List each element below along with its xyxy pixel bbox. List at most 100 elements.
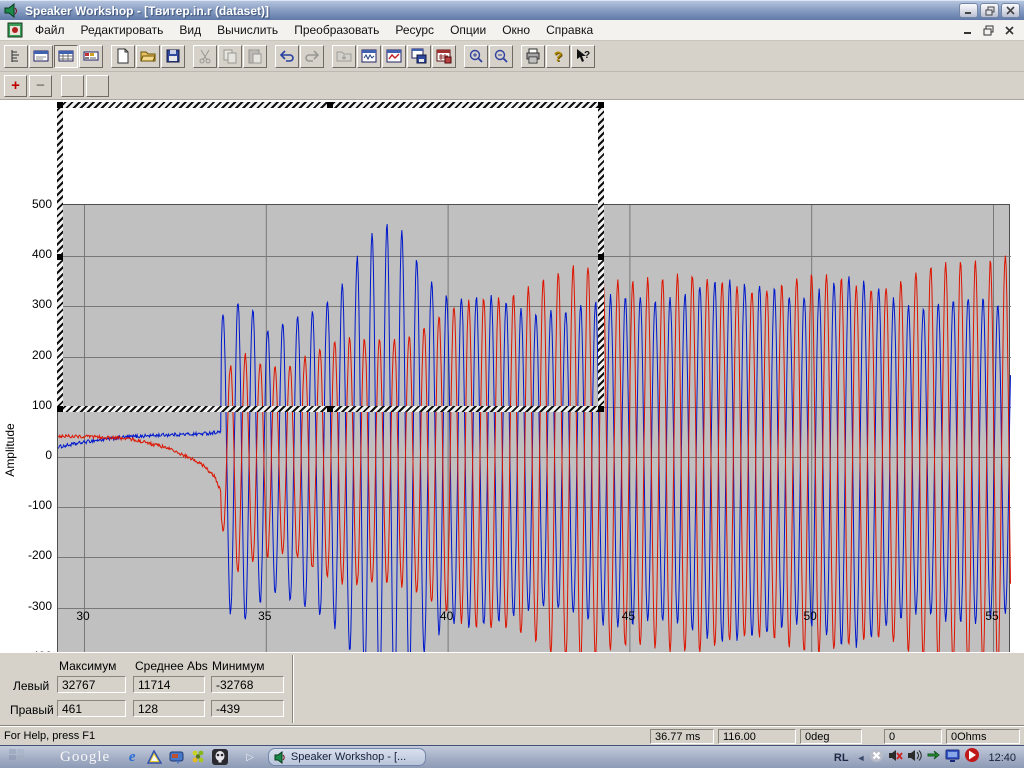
messenger-icon[interactable] [168, 749, 184, 765]
print-icon [525, 48, 541, 64]
screen: Speaker Workshop - [Твитер.in.r (dataset… [0, 0, 1024, 768]
toolbar-overflow-arrow[interactable]: ▷ [246, 752, 254, 763]
internet-explorer-icon[interactable]: e [124, 749, 140, 765]
open-button[interactable] [136, 45, 160, 68]
y-tick-label: 100 [16, 398, 52, 412]
undo-button[interactable] [275, 45, 299, 68]
skull-app-icon[interactable] [212, 749, 228, 765]
tray-sync-icon[interactable] [926, 748, 941, 768]
menu-transform[interactable]: Преобразовать [286, 21, 387, 39]
y-tick-label: 300 [16, 297, 52, 311]
main-toolbar: ? ? [0, 41, 1024, 72]
taskbar-clock[interactable]: 12:40 [988, 752, 1016, 764]
y-tick-label: 500 [16, 197, 52, 211]
menu-calculate[interactable]: Вычислить [209, 21, 286, 39]
quick-launch: e [124, 749, 228, 765]
grid-view-icon [58, 48, 74, 64]
tray-volume-icon[interactable] [907, 748, 922, 768]
export-chart-button[interactable] [432, 45, 456, 68]
tray-display-icon[interactable] [945, 748, 960, 768]
mdi-minimize-button[interactable] [958, 22, 976, 38]
menu-view[interactable]: Вид [171, 21, 209, 39]
status-value-pane: 116.00 [718, 729, 796, 744]
language-indicator[interactable]: RL [830, 751, 853, 765]
selection-handle-s[interactable] [327, 406, 333, 412]
zoom-in-button[interactable] [464, 45, 488, 68]
waveform-right-channel [59, 256, 1011, 669]
start-button[interactable] [8, 747, 26, 768]
mdi-close-button[interactable] [1000, 22, 1018, 38]
minimize-button[interactable] [959, 3, 978, 18]
tray-antivirus-icon[interactable] [964, 747, 980, 768]
stats-header-min: Минимум [212, 659, 265, 673]
tray-chevron-icon[interactable]: ◄ [857, 753, 866, 763]
save-chart-button[interactable] [407, 45, 431, 68]
new-button[interactable] [111, 45, 135, 68]
chart-line-button[interactable] [382, 45, 406, 68]
blank-button-2[interactable] [86, 75, 109, 97]
save-button[interactable] [161, 45, 185, 68]
copy-icon [222, 48, 238, 64]
menu-edit[interactable]: Редактировать [73, 21, 172, 39]
plot-area[interactable] [57, 204, 1010, 707]
stats-panel: Максимум Среднее Abs Минимум Левый 32767… [0, 652, 1024, 726]
delta-triangle-icon[interactable] [146, 749, 162, 765]
redo-arrow-icon [304, 48, 320, 64]
tray-offline-icon[interactable] [869, 748, 884, 768]
task-button-label: Speaker Workshop - [... [291, 751, 406, 763]
y-tick-label: 400 [16, 247, 52, 261]
status-zero-pane: 0 [884, 729, 942, 744]
selection-handle-se[interactable] [598, 406, 604, 412]
selection-handle-w[interactable] [57, 254, 63, 260]
cells-view-button[interactable] [79, 45, 103, 68]
help-button[interactable]: ? [546, 45, 570, 68]
tray-muted-speaker-icon[interactable] [888, 748, 903, 768]
outline-view-button[interactable] [4, 45, 28, 68]
import-button[interactable] [332, 45, 356, 68]
chart-window-icon [361, 48, 377, 64]
chart-window-button[interactable] [357, 45, 381, 68]
redo-button[interactable] [300, 45, 324, 68]
status-bar: For Help, press F1 36.77 ms 116.00 0deg … [0, 726, 1024, 745]
add-button[interactable]: + [4, 75, 27, 97]
print-button[interactable] [521, 45, 545, 68]
menu-file[interactable]: Файл [27, 21, 73, 39]
y-tick-label: 200 [16, 348, 52, 362]
selection-handle-nw[interactable] [57, 102, 63, 108]
cells-view-icon [83, 48, 99, 64]
undo-arrow-icon [279, 48, 295, 64]
x-tick-label: 45 [608, 609, 648, 623]
cut-button[interactable] [193, 45, 217, 68]
copy-button[interactable] [218, 45, 242, 68]
google-toolbar-label[interactable]: Google [60, 749, 110, 766]
icq-flower-icon[interactable] [190, 749, 206, 765]
selection-handle-sw[interactable] [57, 406, 63, 412]
close-button[interactable] [1001, 3, 1020, 18]
paste-button[interactable] [243, 45, 267, 68]
menu-resource[interactable]: Ресурс [387, 21, 442, 39]
restore-button[interactable] [980, 3, 999, 18]
remove-button[interactable]: − [29, 75, 52, 97]
dataset-document-icon[interactable] [7, 22, 23, 38]
dataset-view-button[interactable] [29, 45, 53, 68]
context-help-button[interactable]: ? [571, 45, 595, 68]
task-speaker-icon [274, 751, 287, 764]
selection-handle-n[interactable] [327, 102, 333, 108]
selection-handle-e[interactable] [598, 254, 604, 260]
chart-line-window-icon [386, 48, 402, 64]
open-folder-icon [140, 48, 156, 64]
chart-panel: Amplitude Time (ms) 5004003002001000-100… [0, 100, 1024, 652]
title-bar: Speaker Workshop - [Твитер.in.r (dataset… [0, 0, 1024, 20]
zoom-out-button[interactable] [489, 45, 513, 68]
svg-text:?: ? [584, 50, 590, 61]
menu-help[interactable]: Справка [538, 21, 601, 39]
x-tick-label: 35 [245, 609, 285, 623]
menu-options[interactable]: Опции [442, 21, 494, 39]
blank-button-1[interactable] [61, 75, 84, 97]
mdi-restore-button[interactable] [979, 22, 997, 38]
grid-view-button[interactable] [54, 45, 78, 68]
selection-handle-ne[interactable] [598, 102, 604, 108]
task-button-speaker-workshop[interactable]: Speaker Workshop - [... [268, 748, 426, 766]
menu-window[interactable]: Окно [494, 21, 538, 39]
help-question-icon: ? [554, 48, 563, 64]
